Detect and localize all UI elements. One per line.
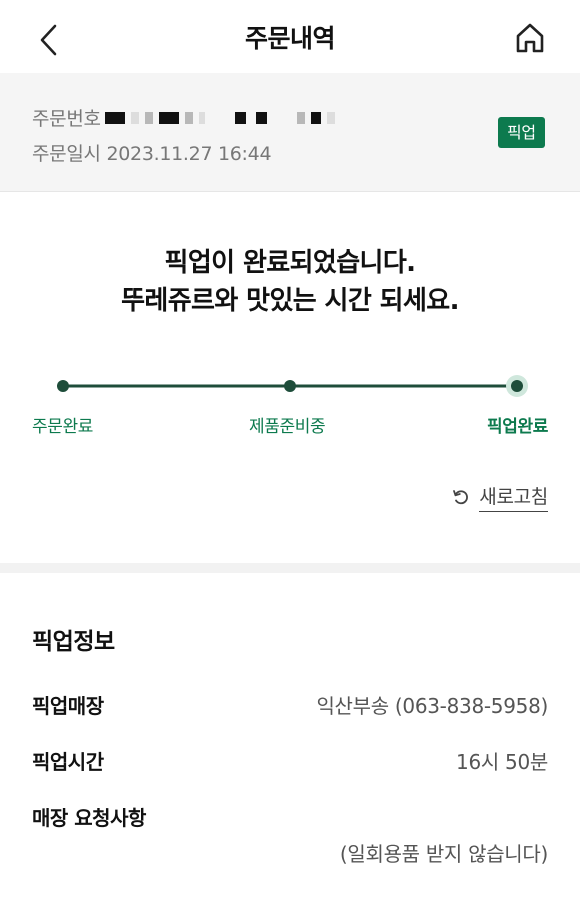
- pickup-store-label: 픽업매장: [32, 694, 104, 718]
- step-dot-3: [511, 380, 523, 392]
- order-date: 주문일시 2023.11.27 16:44: [32, 143, 272, 165]
- status-line-1: 픽업이 완료되었습니다.: [164, 248, 417, 278]
- pickup-info-title: 픽업정보: [32, 629, 115, 655]
- status-line-2: 뚜레쥬르와 맛있는 시간 되세요.: [121, 286, 459, 316]
- pickup-badge: 픽업: [498, 117, 545, 148]
- refresh-button[interactable]: 새로고침: [451, 482, 548, 512]
- order-detail-screen: 주문내역 주문번호 주문일시 2023.11.27 16:44 픽업 픽업이 완…: [0, 0, 580, 902]
- step-dot-2: [284, 380, 296, 392]
- step-label-pickup-complete: 픽업완료: [487, 417, 548, 437]
- page-title: 주문내역: [244, 24, 336, 53]
- step-label-order-complete: 주문완료: [32, 417, 93, 437]
- store-request-label: 매장 요청사항: [32, 806, 146, 830]
- masked-order-number: [104, 111, 341, 124]
- refresh-label: 새로고침: [479, 482, 548, 512]
- pickup-time-value: 16시 50분: [456, 750, 548, 774]
- order-number-label: 주문번호: [32, 108, 101, 130]
- progress-tracker: [57, 375, 528, 397]
- pickup-store-value: 익산부송 (063-838-5958): [316, 694, 548, 718]
- refresh-icon: [453, 490, 469, 505]
- order-number: 주문번호: [32, 104, 341, 131]
- pickup-time-label: 픽업시간: [32, 750, 104, 774]
- section-divider: [0, 563, 580, 573]
- order-summary: 주문번호 주문일시 2023.11.27 16:44 픽업: [0, 73, 580, 192]
- top-bar: 주문내역: [0, 0, 580, 73]
- step-label-preparing: 제품준비중: [249, 417, 326, 437]
- store-request-value: (일회용품 받지 않습니다): [339, 842, 548, 866]
- home-icon[interactable]: [508, 18, 552, 58]
- step-dot-1: [57, 380, 69, 392]
- status-message: 픽업이 완료되었습니다. 뚜레쥬르와 맛있는 시간 되세요.: [0, 244, 580, 320]
